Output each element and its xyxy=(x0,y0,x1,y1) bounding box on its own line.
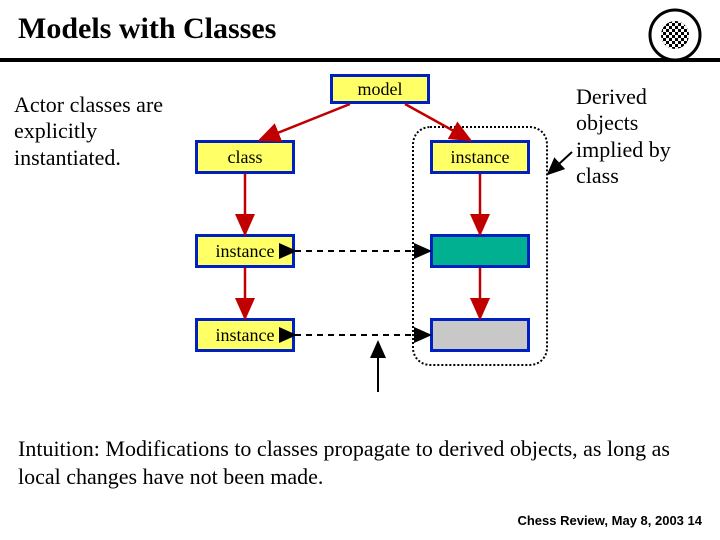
dotted-group xyxy=(412,126,548,366)
footer: Chess Review, May 8, 2003 14 xyxy=(517,513,702,528)
diagram: Actor classes are explicitly instantiate… xyxy=(0,62,720,442)
box-model: model xyxy=(330,74,430,104)
intuition-text: Intuition: Modifications to classes prop… xyxy=(18,435,702,490)
left-annotation: Actor classes are explicitly instantiate… xyxy=(14,92,179,171)
page-title: Models with Classes xyxy=(18,12,702,46)
box-class: class xyxy=(195,140,295,174)
box-instance-left1: instance xyxy=(195,234,295,268)
box-instance-left2: instance xyxy=(195,318,295,352)
logo-icon xyxy=(648,8,702,62)
right-annotation: Derived objects implied by class xyxy=(576,84,706,190)
